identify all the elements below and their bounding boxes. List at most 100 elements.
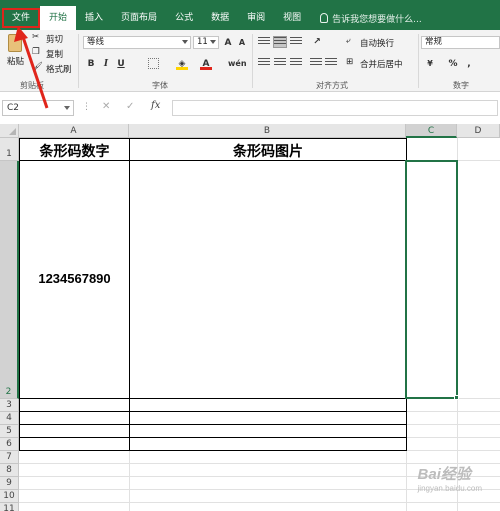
row-header-6[interactable]: 6 bbox=[0, 438, 19, 451]
row-header-1[interactable]: 1 bbox=[0, 138, 19, 161]
tab-home[interactable]: 开始 bbox=[40, 6, 77, 30]
row-header-7[interactable]: 7 bbox=[0, 451, 19, 464]
tab-file[interactable]: 文件 bbox=[2, 8, 41, 28]
chevron-down-icon bbox=[64, 106, 70, 110]
phonetic-icon[interactable]: wén bbox=[228, 58, 247, 70]
borders-icon[interactable] bbox=[148, 58, 159, 69]
insert-function-button[interactable]: fx bbox=[151, 100, 160, 111]
tell-me-search[interactable]: 告诉我您想要做什么... bbox=[320, 12, 422, 25]
row-number: 4 bbox=[6, 413, 12, 423]
clipboard-group-label: 剪贴板 bbox=[20, 81, 44, 90]
align-middle-icon[interactable] bbox=[273, 36, 287, 48]
watermark: Bai经验 jingyan.baidu.com bbox=[418, 463, 482, 493]
ribbon-tab-bar: 文件 开始 插入 页面布局 公式 数据 审阅 视图 告诉我您想要做什么... bbox=[0, 6, 500, 30]
percent-button[interactable]: % bbox=[447, 58, 459, 70]
enter-icon[interactable]: ✓ bbox=[126, 101, 134, 112]
worksheet-grid[interactable]: A B C D 1 2 3 4 5 6 7 8 9 10 11 条形码数字 条形… bbox=[0, 124, 500, 511]
currency-icon[interactable]: ¥ bbox=[424, 58, 436, 70]
cancel-icon[interactable]: ✕ bbox=[102, 101, 110, 112]
row-header-2[interactable]: 2 bbox=[0, 161, 19, 399]
column-header-d[interactable]: D bbox=[457, 124, 500, 138]
column-header-c[interactable]: C bbox=[406, 124, 457, 138]
align-right-icon[interactable] bbox=[290, 58, 302, 68]
cut-button[interactable]: 剪切 bbox=[46, 33, 63, 45]
copy-icon[interactable]: ❐ bbox=[32, 47, 40, 57]
fill-color-icon[interactable]: ◈ bbox=[176, 58, 188, 70]
row-header-3[interactable]: 3 bbox=[0, 399, 19, 412]
column-header-b[interactable]: B bbox=[129, 124, 406, 138]
merge-center-button[interactable]: 合并后居中 bbox=[360, 58, 403, 70]
row-header-8[interactable]: 8 bbox=[0, 464, 19, 477]
format-painter-icon[interactable]: 🖌 bbox=[32, 62, 43, 72]
row-number: 1 bbox=[6, 149, 12, 159]
chevron-down-icon bbox=[210, 40, 216, 44]
format-painter-button[interactable]: 格式刷 bbox=[46, 63, 72, 75]
tab-insert[interactable]: 插入 bbox=[76, 6, 112, 30]
bold-button[interactable]: B bbox=[85, 58, 97, 70]
table-border bbox=[19, 437, 407, 438]
font-name-value: 等线 bbox=[87, 37, 105, 47]
italic-button[interactable]: I bbox=[100, 58, 112, 70]
row-number: 5 bbox=[6, 426, 12, 436]
table-border bbox=[19, 138, 20, 451]
align-left-icon[interactable] bbox=[258, 58, 270, 68]
align-bottom-icon[interactable] bbox=[290, 37, 302, 47]
alignment-group-label: 对齐方式 bbox=[316, 81, 348, 90]
ribbon-divider bbox=[418, 34, 419, 88]
orientation-icon[interactable]: ↗ bbox=[311, 36, 323, 48]
wrap-text-button[interactable]: 自动换行 bbox=[360, 37, 394, 49]
lightbulb-icon bbox=[320, 13, 329, 23]
underline-button[interactable]: U bbox=[115, 58, 127, 70]
chevron-down-icon bbox=[182, 40, 188, 44]
column-header-a[interactable]: A bbox=[19, 124, 129, 138]
increase-indent-icon[interactable] bbox=[325, 58, 337, 68]
row-header-5[interactable]: 5 bbox=[0, 425, 19, 438]
align-top-icon[interactable] bbox=[258, 37, 270, 47]
row-header-10[interactable]: 10 bbox=[0, 490, 19, 503]
number-format-select[interactable]: 常规 bbox=[421, 36, 500, 49]
font-size-select[interactable]: 11 bbox=[193, 36, 219, 49]
wrap-text-icon[interactable]: ⤶ bbox=[346, 36, 351, 46]
tab-data[interactable]: 数据 bbox=[202, 6, 238, 30]
active-cell-c2[interactable] bbox=[405, 160, 458, 399]
row-header-4[interactable]: 4 bbox=[0, 412, 19, 425]
row-number: 3 bbox=[6, 400, 12, 410]
row-header-9[interactable]: 9 bbox=[0, 477, 19, 490]
ribbon-home: 粘贴 ✂ 剪切 ❐ 复制 🖌 格式刷 剪贴板 等线 11 A A B I U ◈… bbox=[0, 30, 500, 92]
cell-a2[interactable]: 1234567890 bbox=[20, 271, 129, 286]
comma-button[interactable]: , bbox=[463, 58, 475, 70]
formula-input[interactable] bbox=[172, 100, 498, 116]
grow-font-button[interactable]: A bbox=[222, 37, 234, 49]
number-group-label: 数字 bbox=[453, 81, 469, 90]
cut-icon[interactable]: ✂ bbox=[32, 32, 39, 42]
merge-center-icon[interactable]: ⊞ bbox=[346, 57, 353, 67]
tab-page-layout[interactable]: 页面布局 bbox=[112, 6, 166, 30]
paste-icon[interactable] bbox=[8, 34, 22, 52]
name-box[interactable]: C2 bbox=[2, 100, 74, 116]
decrease-indent-icon[interactable] bbox=[310, 58, 322, 68]
cell-a1[interactable]: 条形码数字 bbox=[20, 141, 129, 161]
row-number: 9 bbox=[6, 478, 12, 488]
align-center-icon[interactable] bbox=[274, 58, 286, 68]
watermark-sub: jingyan.baidu.com bbox=[417, 484, 482, 493]
paste-button-label[interactable]: 粘贴 bbox=[7, 55, 24, 67]
row-number: 2 bbox=[5, 387, 12, 397]
name-box-value: C2 bbox=[7, 103, 20, 113]
cell-b2[interactable] bbox=[130, 161, 406, 398]
font-color-icon[interactable]: A bbox=[200, 58, 212, 70]
cell-b1[interactable]: 条形码图片 bbox=[130, 141, 406, 161]
copy-button[interactable]: 复制 bbox=[46, 48, 63, 60]
tab-review[interactable]: 审阅 bbox=[238, 6, 274, 30]
more-icon: ⋮ bbox=[82, 102, 91, 112]
row-number: 8 bbox=[6, 465, 12, 475]
number-format-value: 常规 bbox=[425, 37, 443, 47]
table-border bbox=[19, 424, 407, 425]
font-name-select[interactable]: 等线 bbox=[83, 36, 191, 49]
tab-formulas[interactable]: 公式 bbox=[166, 6, 202, 30]
row-header-11[interactable]: 11 bbox=[0, 503, 19, 511]
tab-view[interactable]: 视图 bbox=[274, 6, 310, 30]
gridline bbox=[19, 502, 500, 503]
select-all-button[interactable] bbox=[0, 124, 19, 138]
shrink-font-button[interactable]: A bbox=[236, 37, 248, 49]
fill-handle[interactable] bbox=[454, 395, 459, 400]
